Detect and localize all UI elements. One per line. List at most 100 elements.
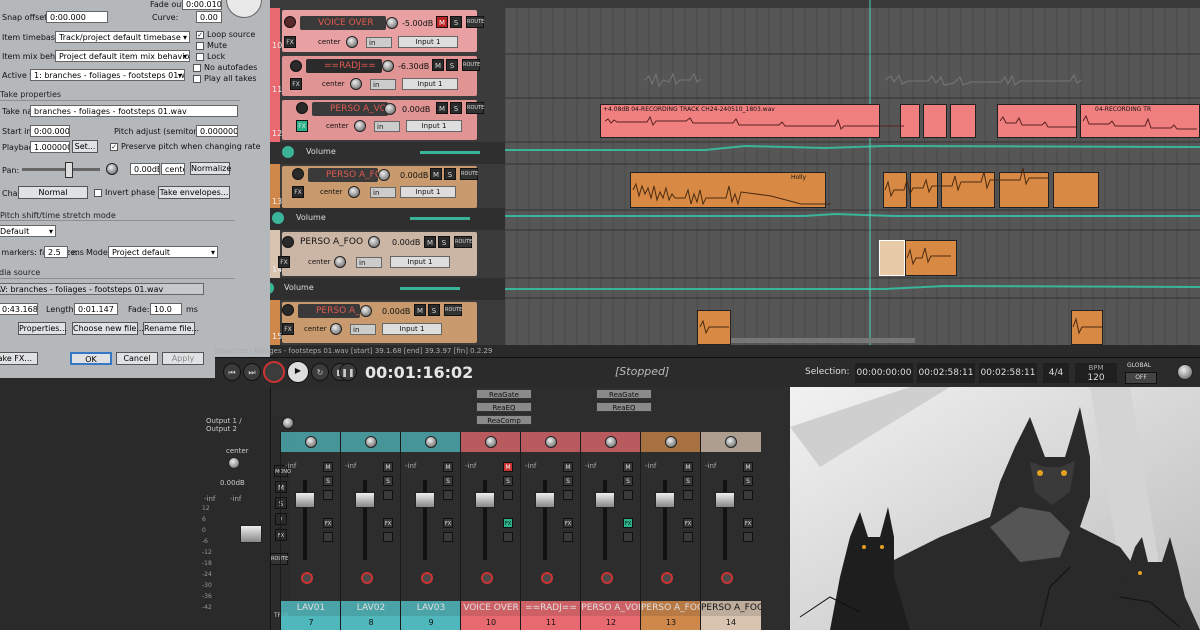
playrate-input[interactable]: 1.000000 bbox=[30, 141, 70, 153]
loop-source-checkbox[interactable]: ✓ bbox=[196, 31, 204, 39]
fx-slot[interactable]: ReaEQ bbox=[476, 402, 532, 412]
mute-icon[interactable]: M bbox=[436, 16, 448, 28]
record-arm-icon[interactable] bbox=[292, 168, 304, 180]
mute-icon[interactable]: M bbox=[743, 462, 753, 472]
mute-icon[interactable]: M bbox=[424, 236, 436, 248]
envelope-volume-slider[interactable] bbox=[410, 217, 470, 220]
mute-icon[interactable]: M bbox=[683, 462, 693, 472]
route-button[interactable]: ROUTE bbox=[460, 168, 478, 180]
choose-new-file-button[interactable]: Choose new file... bbox=[72, 322, 144, 335]
solo-icon[interactable]: S bbox=[683, 476, 693, 486]
channel-pan-knob[interactable] bbox=[365, 436, 377, 448]
media-item[interactable] bbox=[997, 104, 1077, 138]
envelope-volume-slider[interactable] bbox=[400, 287, 460, 290]
pan-knob[interactable] bbox=[330, 323, 342, 335]
solo-icon[interactable]: S bbox=[743, 476, 753, 486]
fx-icon[interactable]: FX bbox=[563, 518, 573, 528]
selected-media-item[interactable] bbox=[879, 240, 905, 276]
track-13[interactable]: 13 PERSO A_FOO 0.00dB M S ROUTE FX cente… bbox=[270, 164, 505, 210]
master-fader[interactable] bbox=[240, 525, 262, 543]
lock-checkbox[interactable] bbox=[196, 53, 204, 61]
time-signature[interactable]: 4/4 bbox=[1043, 363, 1069, 383]
mute-icon[interactable]: M bbox=[623, 462, 633, 472]
selection-start[interactable]: 00:00:00:00 bbox=[855, 363, 913, 383]
record-arm-icon[interactable] bbox=[301, 572, 313, 584]
fx-slot[interactable]: ReaGate bbox=[596, 389, 652, 399]
media-item[interactable]: 04-RECORDING TR bbox=[1080, 104, 1200, 138]
input-select[interactable]: Input 1 bbox=[406, 120, 462, 132]
active-take-select[interactable]: 1: branches - foliages - footsteps 01.wa… bbox=[30, 69, 185, 81]
solo-icon[interactable]: S bbox=[443, 476, 453, 486]
route-button[interactable]: ROUTE bbox=[444, 304, 462, 316]
rename-file-button[interactable]: Rename file... bbox=[143, 322, 199, 335]
channel-name[interactable]: PERSO A_VOI bbox=[581, 601, 641, 616]
mixer-channel[interactable]: -inf M S FX ==RADJ== 11 bbox=[520, 432, 581, 630]
envelope-icon[interactable] bbox=[272, 212, 284, 224]
global-automation-select[interactable]: OFF bbox=[1125, 372, 1157, 384]
media-item[interactable] bbox=[950, 104, 976, 138]
route-button[interactable]: ROUTE bbox=[466, 102, 484, 114]
length-input[interactable]: 0:01.147 bbox=[74, 303, 118, 315]
channel-name[interactable]: LAV03 bbox=[401, 601, 461, 616]
fx-slot[interactable]: ReaGate bbox=[476, 389, 532, 399]
volume-envelope-lane[interactable]: Volume bbox=[270, 278, 505, 300]
take-name-input[interactable]: branches - foliages - footsteps 01.wav bbox=[30, 105, 238, 117]
position-input[interactable]: 0:43.168 bbox=[0, 303, 38, 315]
mute-icon[interactable]: M bbox=[323, 462, 333, 472]
route-icon[interactable] bbox=[743, 532, 753, 542]
fx-slot[interactable]: ReaEQ bbox=[596, 402, 652, 412]
take-envelopes-button[interactable]: Take envelopes... bbox=[158, 186, 230, 199]
master-output[interactable]: Output 1 / Output 2 bbox=[206, 417, 268, 433]
fx-icon[interactable]: FX bbox=[284, 36, 296, 48]
channel-pan-knob[interactable] bbox=[725, 436, 737, 448]
volume-fader[interactable] bbox=[295, 492, 315, 508]
media-item[interactable] bbox=[923, 104, 947, 138]
record-arm-icon[interactable] bbox=[296, 102, 308, 114]
mixer-channel[interactable]: -inf M S FX LAV02 8 bbox=[340, 432, 401, 630]
solo-icon[interactable]: S bbox=[563, 476, 573, 486]
mixer-channel[interactable]: -inf M S FX LAV01 7 bbox=[280, 432, 341, 630]
phase-icon[interactable] bbox=[743, 490, 753, 500]
phase-icon[interactable] bbox=[623, 490, 633, 500]
pause-icon-visible[interactable]: ❚❚ bbox=[339, 363, 357, 381]
fx-icon[interactable]: FX bbox=[292, 186, 304, 198]
pitch-adjust-input[interactable]: 0.000000 bbox=[196, 125, 238, 137]
input-select[interactable]: Input 1 bbox=[402, 78, 458, 90]
media-item[interactable] bbox=[941, 172, 995, 208]
mute-icon[interactable]: M bbox=[414, 304, 426, 316]
fx-icon[interactable]: FX bbox=[278, 256, 290, 268]
track-name[interactable]: PERSO A_FOO bbox=[300, 237, 363, 247]
fx-icon[interactable]: FX bbox=[282, 323, 294, 335]
channel-pan-knob[interactable] bbox=[545, 436, 557, 448]
track-name[interactable]: ==RADJ== bbox=[306, 59, 382, 73]
play-all-takes-checkbox[interactable] bbox=[193, 75, 201, 83]
solo-icon[interactable]: S bbox=[444, 168, 456, 180]
master-volume-knob[interactable] bbox=[1177, 364, 1193, 380]
fade-input[interactable]: 10.0 bbox=[150, 303, 182, 315]
mixer-channel[interactable]: -inf M S FX PERSO A_FOO 13 bbox=[640, 432, 701, 630]
curve-input[interactable]: 0.00 bbox=[196, 11, 222, 23]
set-rate-button[interactable]: Set... bbox=[72, 140, 98, 153]
route-icon[interactable] bbox=[503, 532, 513, 542]
input-type-select[interactable]: in bbox=[356, 257, 382, 268]
markers-fade-input[interactable]: 2.5 bbox=[44, 246, 68, 258]
channel-pan-knob[interactable] bbox=[665, 436, 677, 448]
route-icon[interactable] bbox=[383, 532, 393, 542]
mute-icon[interactable]: M bbox=[383, 462, 393, 472]
media-item[interactable] bbox=[697, 310, 731, 345]
record-arm-icon[interactable] bbox=[601, 572, 613, 584]
input-select[interactable]: Input 1 bbox=[390, 256, 450, 268]
route-icon[interactable] bbox=[323, 532, 333, 542]
fx-icon[interactable]: FX bbox=[683, 518, 693, 528]
take-fx-button[interactable]: Take FX... bbox=[0, 352, 38, 365]
pan-knob[interactable] bbox=[346, 36, 358, 48]
mixer-channel[interactable]: -inf M S FX LAV03 9 bbox=[400, 432, 461, 630]
media-item[interactable] bbox=[910, 172, 938, 208]
loop-icon[interactable]: ↻ bbox=[311, 363, 329, 381]
channel-pan-knob[interactable] bbox=[425, 436, 437, 448]
fade-out-input[interactable]: 0:00.010 bbox=[182, 0, 222, 10]
mute-icon[interactable]: M bbox=[432, 59, 444, 71]
media-item[interactable]: Holly bbox=[630, 172, 826, 208]
pan-knob[interactable] bbox=[348, 186, 360, 198]
fade-shape-preview[interactable] bbox=[226, 0, 262, 18]
